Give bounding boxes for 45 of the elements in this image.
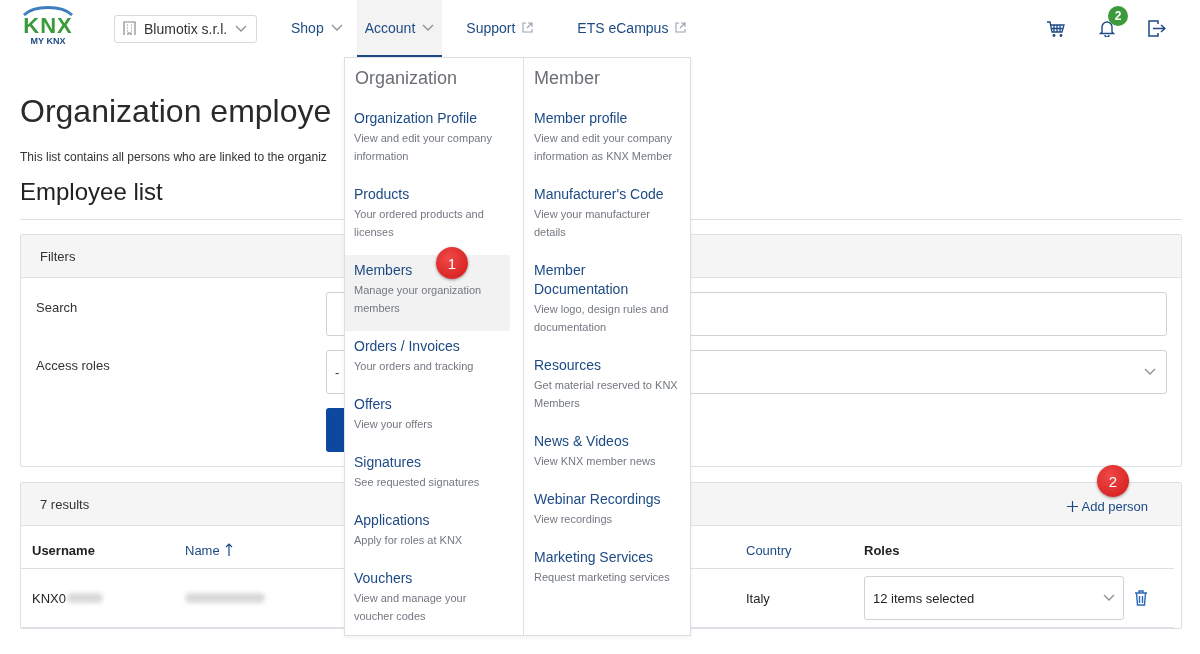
menu-item[interactable]: Marketing Services Request marketing services [524, 542, 690, 600]
add-person-button[interactable]: Add person [1066, 498, 1148, 514]
menu-item[interactable]: Signatures See requested signatures [345, 447, 510, 505]
page-title: Organization employe [20, 92, 332, 131]
plus-icon [1066, 500, 1078, 512]
chevron-down-icon [330, 23, 343, 32]
column-header[interactable]: Country [746, 526, 792, 568]
logo-text: KNX [23, 15, 73, 36]
intro-text: This list contains all persons who are linked to the organiz [20, 149, 327, 166]
chevron-down-icon [235, 24, 248, 33]
logo-subtext: MY KNX [30, 35, 66, 46]
annotation-marker: 2 [1097, 465, 1129, 497]
logout-icon[interactable] [1148, 20, 1166, 37]
roles-select[interactable]: 12 items selected [864, 576, 1124, 620]
menu-item[interactable]: Webinar Recordings View recordings [524, 484, 690, 542]
field-label: Access roles [36, 357, 111, 373]
menu-heading: Member [534, 67, 601, 90]
table-cell: KNX0 [32, 569, 103, 627]
results-count: 7 results [40, 496, 90, 512]
nav-tab[interactable]: Support [458, 0, 542, 57]
nav-tab[interactable]: Account [356, 0, 443, 57]
chevron-down-icon [1144, 368, 1156, 376]
nav-tab[interactable]: ETS eCampus [569, 0, 695, 57]
chevron-down-icon [1103, 594, 1115, 602]
trash-icon[interactable] [1134, 590, 1148, 606]
table-cell-text: Italy [746, 589, 770, 608]
annotation-marker: 1 [436, 247, 468, 279]
menu-item[interactable]: News & Videos View KNX member news [524, 426, 690, 484]
cart-icon[interactable] [1046, 19, 1066, 38]
external-link-icon [522, 22, 534, 33]
organization-select[interactable]: Blumotix s.r.l. [114, 14, 257, 43]
bell-icon[interactable] [1099, 20, 1115, 37]
field-label: Search [36, 299, 79, 315]
menu-item[interactable]: Applications Apply for roles at KNX [345, 505, 510, 563]
building-icon [123, 21, 136, 36]
notification-badge: 2 [1108, 6, 1128, 26]
blurred-text [66, 593, 103, 603]
chevron-down-icon [422, 23, 435, 32]
nav-tab[interactable]: Shop [283, 0, 351, 57]
external-link-icon [675, 22, 687, 33]
menu-heading: Organization [355, 67, 459, 90]
column-header[interactable]: Name [185, 526, 233, 568]
column-header: Roles [864, 541, 900, 560]
column-header: Username [32, 541, 95, 560]
menu-item[interactable]: Vouchers View and manage your voucher codes [345, 563, 510, 639]
